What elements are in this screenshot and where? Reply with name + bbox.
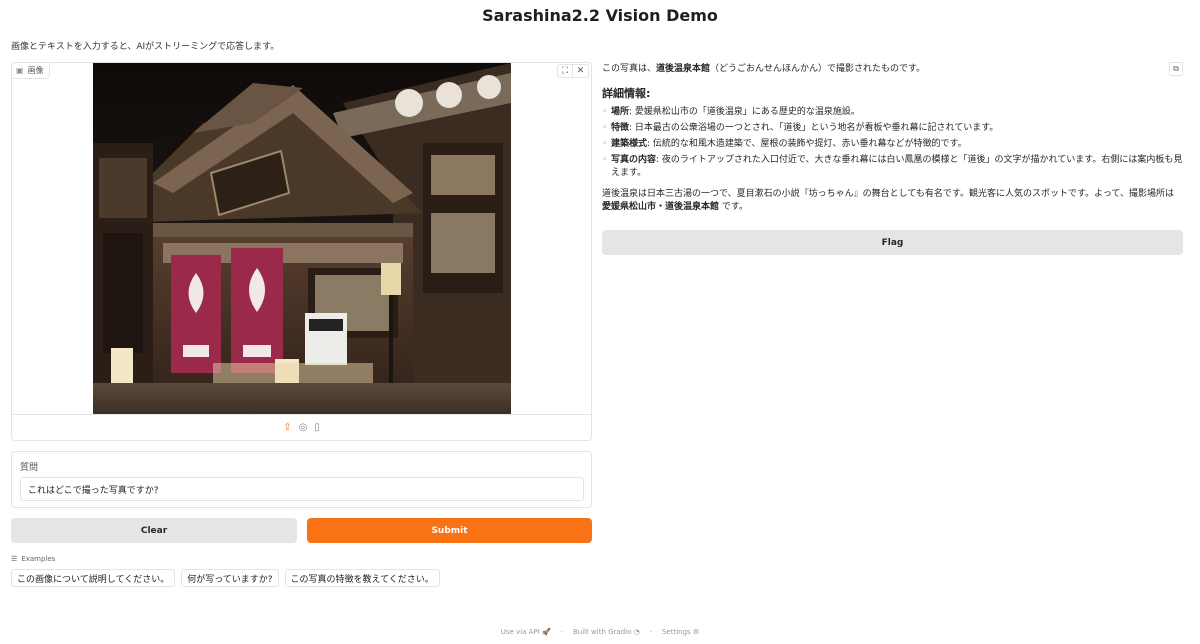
response-intro: この写真は、道後温泉本館（どうごおんせんほんかん）で撮影されたものです。	[602, 64, 926, 74]
question-input[interactable]	[20, 477, 584, 501]
list-icon: ☰	[11, 555, 18, 563]
list-item: 場所: 愛媛県松山市の「道後温泉」にある歴史的な温泉施設。	[602, 106, 1183, 119]
response-closing: 道後温泉は日本三古湯の一つで、夏目漱石の小説『坊っちゃん』の舞台としても有名です…	[602, 189, 1174, 213]
gradio-link[interactable]: Built with Gradio ◔	[573, 628, 640, 636]
flag-button[interactable]: Flag	[602, 230, 1183, 255]
examples-header: ☰ Examples	[11, 555, 55, 563]
footer-separator: ·	[560, 628, 563, 636]
example-item[interactable]: この画像について説明してください。	[11, 569, 176, 587]
image-source-toolbar: ⇪ ◎ ▯	[12, 414, 591, 440]
image-icon: ▣	[16, 66, 24, 75]
gradio-icon: ◔	[633, 628, 640, 636]
details-list: 場所: 愛媛県松山市の「道後温泉」にある歴史的な温泉施設。 特徴: 日本最古の公…	[602, 106, 1183, 180]
question-label: 質問	[20, 463, 39, 473]
close-icon[interactable]: ✕	[573, 64, 589, 78]
page-description: 画像とテキストを入力すると、AIがストリーミングで応答します。	[11, 42, 280, 52]
examples-list: この画像について説明してください。 何が写っていますか? この写真の特徴を教えて…	[11, 569, 440, 587]
list-item: 建築様式: 伝統的な和風木造建築で、屋根の装飾や提灯、赤い垂れ幕などが特徴的です…	[602, 138, 1183, 151]
clear-button[interactable]: Clear	[11, 518, 297, 543]
fullscreen-icon[interactable]: ⛶	[557, 64, 573, 78]
page-title: Sarashina2.2 Vision Demo	[482, 6, 718, 25]
image-toolbar: ⛶ ✕	[557, 64, 589, 78]
page-footer: Use via API 🚀 · Built with Gradio ◔ · Se…	[0, 628, 1200, 636]
upload-icon[interactable]: ⇪	[283, 422, 291, 433]
footer-separator: ·	[649, 628, 652, 636]
image-label: ▣ 画像	[12, 63, 50, 79]
response-output: この写真は、道後温泉本館（どうごおんせんほんかん）で撮影されたものです。 詳細情…	[602, 62, 1183, 214]
image-input-panel[interactable]: ▣ 画像 ⛶ ✕ ⇪ ◎ ▯	[11, 62, 592, 441]
clipboard-icon[interactable]: ▯	[314, 422, 320, 433]
photo-illustration	[93, 63, 511, 415]
api-link[interactable]: Use via API 🚀	[501, 628, 551, 636]
webcam-icon[interactable]: ◎	[299, 422, 308, 433]
list-item: 特徴: 日本最古の公衆浴場の一つとされ、「道後」という地名が看板や垂れ幕に記され…	[602, 122, 1183, 135]
examples-label: Examples	[21, 555, 56, 563]
question-panel: 質問	[11, 451, 592, 508]
settings-link[interactable]: Settings ⚙	[662, 628, 699, 636]
example-item[interactable]: 何が写っていますか?	[181, 569, 279, 587]
details-heading: 詳細情報:	[602, 87, 651, 101]
uploaded-photo	[93, 63, 511, 415]
rocket-icon: 🚀	[542, 628, 551, 636]
image-label-text: 画像	[27, 66, 44, 75]
list-item: 写真の内容: 夜のライトアップされた入口付近で、大きな垂れ幕には白い鳳凰の模様と…	[602, 154, 1183, 180]
submit-button[interactable]: Submit	[307, 518, 592, 543]
gear-icon: ⚙	[692, 628, 700, 636]
example-item[interactable]: この写真の特徴を教えてください。	[284, 569, 440, 587]
